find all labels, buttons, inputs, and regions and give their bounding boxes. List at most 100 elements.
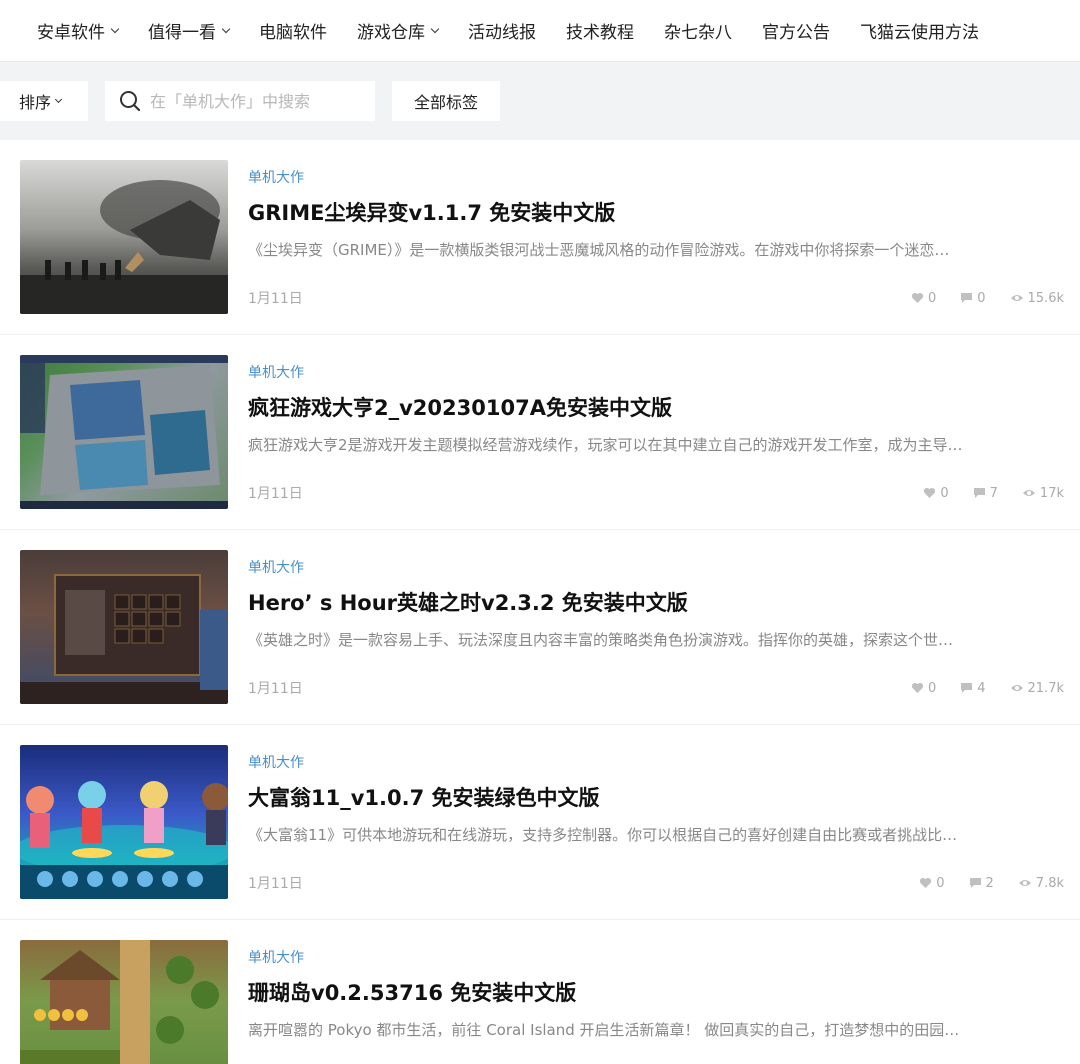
views-stat: 17k (1022, 486, 1064, 501)
post-meta: 1月11日 0 4 21.7k (248, 678, 1064, 698)
post-meta: 1月11日 0 2 7.8k (248, 873, 1064, 893)
nav-item-label: 杂七杂八 (664, 23, 732, 43)
post-date: 1月11日 (248, 486, 303, 502)
post-title[interactable]: Hero’ s Hour英雄之时v2.3.2 免安装中文版 (248, 587, 1064, 617)
nav-item-label: 值得一看 (148, 23, 216, 43)
heart-icon (920, 877, 932, 888)
comment-icon (961, 293, 973, 303)
post-description: 《大富翁11》可供本地游玩和在线游玩，支持多控制器。你可以根据自己的喜好创建自由… (248, 826, 958, 844)
eye-icon (1010, 685, 1023, 691)
chevron-down-icon (430, 24, 440, 33)
comments-count: 0 (977, 290, 986, 306)
post-title[interactable]: GRIME尘埃异变v1.1.7 免安装中文版 (248, 197, 1064, 227)
nav-item-pc[interactable]: 电脑软件 (259, 18, 327, 43)
eye-icon (1010, 295, 1023, 301)
nav-item-label: 官方公告 (762, 23, 830, 43)
post-thumbnail[interactable] (20, 355, 228, 509)
post-meta: 1月11日 0 0 15.6k (248, 288, 1064, 308)
nav-item-worth[interactable]: 值得一看 (148, 18, 231, 43)
post-description: 《尘埃异变（GRIME）》是一款横版类银河战士恶魔城风格的动作冒险游戏。在游戏中… (248, 241, 950, 259)
views-count: 17k (1039, 485, 1064, 501)
post-description: 疯狂游戏大亨2是游戏开发主题模拟经营游戏续作，玩家可以在其中建立自己的游戏开发工… (248, 436, 963, 454)
nav-item-android[interactable]: 安卓软件 (37, 18, 120, 43)
post-meta: 1月11日 0 7 17k (248, 483, 1064, 503)
chevron-down-icon (54, 95, 63, 104)
likes-count: 0 (936, 875, 945, 891)
nav-item-label: 技术教程 (566, 23, 634, 43)
post-date: 1月11日 (248, 681, 303, 697)
views-count: 15.6k (1027, 290, 1064, 306)
search-icon (120, 91, 141, 112)
likes-count: 0 (927, 290, 937, 306)
post-thumbnail[interactable] (20, 940, 228, 1064)
chevron-down-icon (221, 24, 231, 33)
heart-icon (911, 682, 924, 693)
comments-stat[interactable]: 2 (969, 876, 994, 891)
post-list: 单机大作 GRIME尘埃异变v1.1.7 免安装中文版 《尘埃异变（GRIME）… (0, 140, 1080, 1064)
eye-icon (1022, 490, 1035, 496)
post-category[interactable]: 单机大作 (248, 947, 1064, 967)
chevron-down-icon (110, 24, 120, 33)
post-category[interactable]: 单机大作 (248, 557, 1064, 577)
nav-item-label: 安卓软件 (37, 23, 105, 43)
post-date: 1月11日 (248, 291, 303, 307)
likes-count: 0 (940, 485, 949, 501)
post-title[interactable]: 疯狂游戏大亨2_v20230107A免安装中文版 (248, 392, 1064, 422)
search-input[interactable] (150, 91, 370, 111)
comment-icon (973, 488, 985, 498)
post-description: 离开喧嚣的 Pokyo 都市生活，前往 Coral Island 开启生活新篇章… (248, 1021, 960, 1039)
heart-icon (911, 292, 924, 303)
comments-stat[interactable]: 4 (960, 680, 986, 696)
likes-stat[interactable]: 0 (911, 291, 936, 306)
views-count: 21.7k (1027, 680, 1064, 696)
likes-stat[interactable]: 0 (923, 485, 949, 501)
comments-count: 7 (989, 485, 998, 501)
comments-count: 4 (977, 680, 986, 696)
sort-label: 排序 (19, 93, 52, 112)
nav-item-notices[interactable]: 官方公告 (762, 18, 830, 43)
sort-button[interactable]: 排序 (0, 81, 88, 121)
likes-stat[interactable]: 0 (919, 875, 945, 891)
nav-item-misc[interactable]: 杂七杂八 (664, 18, 732, 43)
post-date: 1月11日 (248, 876, 303, 892)
post-thumbnail[interactable] (20, 745, 228, 899)
list-item[interactable]: 单机大作 Hero’ s Hour英雄之时v2.3.2 免安装中文版 《英雄之时… (0, 530, 1080, 725)
likes-stat[interactable]: 0 (911, 681, 936, 696)
nav-item-label: 活动线报 (468, 23, 536, 43)
nav-item-tutorials[interactable]: 技术教程 (566, 18, 634, 43)
comment-icon (961, 683, 973, 693)
filter-bar: 排序 全部标签 (0, 62, 1080, 140)
views-stat: 21.7k (1010, 681, 1064, 696)
nav-item-label: 电脑软件 (259, 23, 327, 43)
post-title[interactable]: 珊瑚岛v0.2.53716 免安装中文版 (248, 977, 1064, 1007)
nav-item-label: 游戏仓库 (357, 23, 425, 43)
search-box[interactable] (105, 81, 375, 121)
comments-stat[interactable]: 0 (960, 290, 986, 306)
views-stat: 7.8k (1018, 876, 1064, 891)
nav-item-games[interactable]: 游戏仓库 (357, 18, 440, 43)
nav-item-label: 飞猫云使用方法 (860, 23, 979, 43)
post-category[interactable]: 单机大作 (248, 167, 1064, 187)
nav-item-deals[interactable]: 活动线报 (468, 18, 536, 43)
heart-icon (924, 487, 936, 498)
list-item[interactable]: 单机大作 GRIME尘埃异变v1.1.7 免安装中文版 《尘埃异变（GRIME）… (0, 140, 1080, 335)
post-thumbnail[interactable] (20, 160, 228, 314)
post-category[interactable]: 单机大作 (248, 752, 1064, 772)
all-tags-button[interactable]: 全部标签 (392, 81, 500, 121)
post-title[interactable]: 大富翁11_v1.0.7 免安装绿色中文版 (248, 782, 1064, 812)
comments-stat[interactable]: 7 (973, 486, 998, 501)
post-category[interactable]: 单机大作 (248, 362, 1064, 382)
top-nav: 安卓软件 值得一看 电脑软件 游戏仓库 活动线报 技术教程 杂七杂八 官方公告 … (0, 0, 1080, 62)
list-item[interactable]: 单机大作 大富翁11_v1.0.7 免安装绿色中文版 《大富翁11》可供本地游玩… (0, 725, 1080, 920)
post-description: 《英雄之时》是一款容易上手、玩法深度且内容丰富的策略类角色扮演游戏。指挥你的英雄… (248, 631, 954, 649)
list-item[interactable]: 单机大作 珊瑚岛v0.2.53716 免安装中文版 离开喧嚣的 Pokyo 都市… (0, 920, 1080, 1064)
nav-item-cloud-guide[interactable]: 飞猫云使用方法 (860, 18, 979, 43)
views-stat: 15.6k (1010, 291, 1064, 306)
comments-count: 2 (985, 875, 994, 891)
list-item[interactable]: 单机大作 疯狂游戏大亨2_v20230107A免安装中文版 疯狂游戏大亨2是游戏… (0, 335, 1080, 530)
views-count: 7.8k (1035, 875, 1064, 891)
likes-count: 0 (927, 680, 937, 696)
post-thumbnail[interactable] (20, 550, 228, 704)
comment-icon (969, 878, 981, 888)
eye-icon (1018, 880, 1031, 886)
